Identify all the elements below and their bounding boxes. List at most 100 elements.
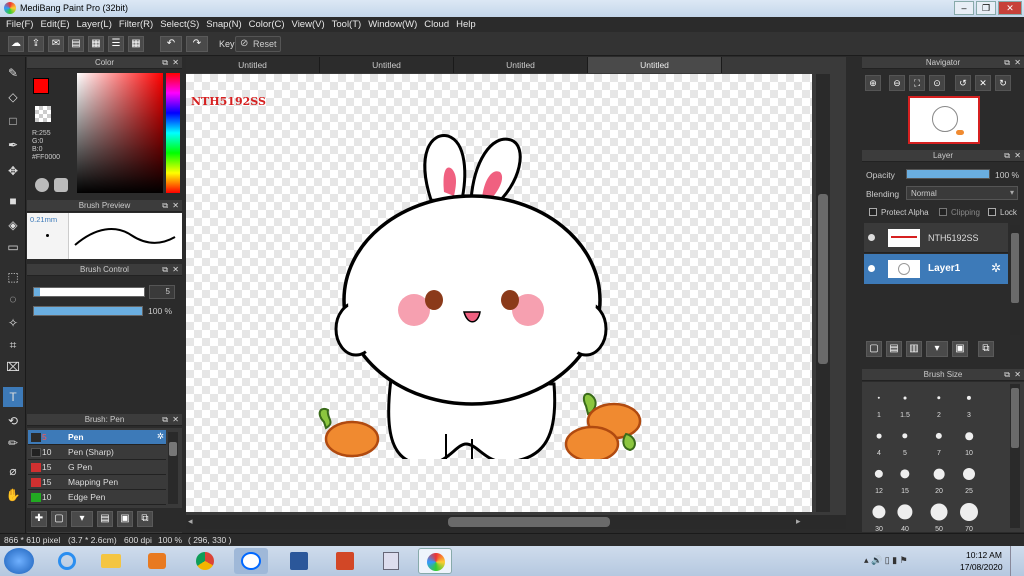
clock-time[interactable]: 10:12 AM [966, 550, 1002, 560]
rotate-right-icon[interactable]: ↻ [995, 75, 1011, 91]
add-brush-icon[interactable]: ✚ [31, 511, 47, 527]
close-icon[interactable]: ✕ [1014, 369, 1021, 381]
close-icon[interactable]: ✕ [172, 414, 179, 426]
float-icon[interactable]: ⧉ [162, 414, 168, 426]
minimize-button[interactable]: – [954, 1, 974, 15]
brush-size-preset[interactable]: 10 [956, 422, 982, 460]
chrome-icon[interactable] [188, 548, 222, 574]
media-player-icon[interactable] [140, 548, 174, 574]
brush-size-preset[interactable]: 5 [892, 422, 918, 460]
maximize-button[interactable]: ❐ [976, 1, 996, 15]
scroll-left-icon[interactable]: ◂ [188, 516, 193, 527]
menu-window[interactable]: Window(W) [366, 17, 422, 32]
navigator-thumbnail[interactable] [908, 96, 980, 144]
undo-button[interactable]: ↶ [160, 36, 182, 52]
new-layer-icon[interactable]: ▢ [866, 341, 882, 357]
float-icon[interactable]: ⧉ [1004, 150, 1010, 162]
brush-item-mapping-pen[interactable]: 15 Mapping Pen [28, 475, 166, 490]
divide-tool-icon[interactable]: ✏ [3, 433, 23, 453]
dot-tool-icon[interactable]: □ [3, 111, 23, 131]
vertical-scrollbar[interactable] [816, 74, 830, 512]
list-icon[interactable]: ☰ [108, 36, 124, 52]
brush-size-preset[interactable]: 1 [866, 384, 892, 422]
folder-icon[interactable]: ▣ [952, 341, 968, 357]
brush-size-preset[interactable]: 40 [892, 498, 918, 536]
brush-item-pen-sharp[interactable]: 10 Pen (Sharp) [28, 445, 166, 460]
horizontal-scrollbar[interactable]: ◂ ▸ [186, 515, 846, 529]
float-icon[interactable]: ⧉ [162, 57, 168, 69]
menu-snap[interactable]: Snap(N) [204, 17, 246, 32]
zoom-in-icon[interactable]: ⊕ [865, 75, 881, 91]
brush-size-value[interactable]: 5 [149, 285, 175, 299]
brush-item-pen[interactable]: 5 Pen ✲ [28, 430, 166, 445]
color-picker-square[interactable] [77, 73, 163, 193]
zalo-icon[interactable] [234, 548, 268, 574]
blending-select[interactable]: Normal ▾ [906, 186, 1018, 200]
menu-filter[interactable]: Filter(R) [117, 17, 158, 32]
brush-size-slider[interactable] [33, 287, 145, 297]
brush-size-preset[interactable]: 2 [926, 384, 952, 422]
menu-file[interactable]: File(F) [4, 17, 38, 32]
copy-icon[interactable]: ⧉ [137, 511, 153, 527]
brush-settings-icon[interactable]: ▤ [97, 511, 113, 527]
magic-wand-icon[interactable]: ✧ [3, 313, 23, 333]
document-icon[interactable]: ▦ [88, 36, 104, 52]
close-icon[interactable]: ✕ [1014, 57, 1021, 69]
folder-icon[interactable]: ▣ [117, 511, 133, 527]
pen-tool-icon[interactable]: ✒ [3, 135, 23, 155]
new-1bit-layer-icon[interactable]: ▥ [906, 341, 922, 357]
brush-size-preset[interactable]: 50 [926, 498, 952, 536]
primary-color-swatch[interactable] [33, 78, 49, 94]
file-explorer-icon[interactable] [94, 548, 128, 574]
eye-icon[interactable] [868, 234, 875, 241]
settings-gear-icon[interactable]: ✲ [157, 431, 164, 442]
redo-button[interactable]: ↷ [186, 36, 208, 52]
brush-size-preset[interactable]: 30 [866, 498, 892, 536]
clock-date[interactable]: 17/08/2020 [960, 562, 1003, 572]
close-icon[interactable]: ✕ [1014, 150, 1021, 162]
select-tool-icon[interactable]: ⬚ [3, 267, 23, 287]
brush-list-scrollbar[interactable] [168, 432, 178, 504]
word-icon[interactable] [282, 548, 316, 574]
close-icon[interactable]: ✕ [172, 264, 179, 276]
eye-icon[interactable] [868, 265, 875, 272]
reset-rotation-icon[interactable]: ✕ [975, 75, 991, 91]
brush-size-preset[interactable]: 20 [926, 460, 952, 498]
color-wheel-icon[interactable] [35, 178, 49, 192]
float-icon[interactable]: ⧉ [162, 200, 168, 212]
tab-untitled-4[interactable]: Untitled [588, 57, 722, 73]
brush-size-preset[interactable]: 4 [866, 422, 892, 460]
brush-size-scrollbar[interactable] [1010, 384, 1020, 528]
text-tool-icon[interactable]: T [3, 387, 23, 407]
float-icon[interactable]: ⧉ [162, 264, 168, 276]
float-icon[interactable]: ⧉ [1004, 369, 1010, 381]
layer-opacity-slider[interactable] [906, 169, 990, 179]
brush-menu-icon[interactable]: ▾ [71, 511, 93, 527]
layer-row[interactable]: NTH5192SS [864, 223, 1008, 253]
select-pen-icon[interactable]: ⌗ [3, 335, 23, 355]
close-button[interactable]: ✕ [998, 1, 1022, 15]
transparent-swatch[interactable] [35, 106, 51, 122]
brush-size-preset[interactable]: 25 [956, 460, 982, 498]
brush-opacity-slider[interactable] [33, 306, 143, 316]
comment-icon[interactable]: ✉ [48, 36, 64, 52]
hand-tool-icon[interactable]: ✋ [3, 485, 23, 505]
show-desktop-button[interactable] [1010, 546, 1024, 576]
calculator-icon[interactable] [374, 548, 408, 574]
palette-icon[interactable] [54, 178, 68, 192]
protect-alpha-checkbox[interactable] [869, 208, 877, 216]
close-icon[interactable]: ✕ [172, 57, 179, 69]
bucket-tool-icon[interactable]: ◈ [3, 215, 23, 235]
fit-icon[interactable]: ⛶ [909, 75, 925, 91]
brush-size-preset[interactable]: 1.5 [892, 384, 918, 422]
select-eraser-icon[interactable]: ⌧ [3, 357, 23, 377]
menu-layer[interactable]: Layer(L) [75, 17, 117, 32]
upload-icon[interactable]: ⇪ [28, 36, 44, 52]
layer-scrollbar[interactable] [1010, 225, 1020, 335]
medibang-taskbar-icon[interactable] [418, 548, 452, 574]
move-tool-icon[interactable]: ✥ [3, 161, 23, 181]
menu-help[interactable]: Help [454, 17, 481, 32]
settings-gear-icon[interactable]: ✲ [991, 261, 1001, 275]
brush-item-edge-pen[interactable]: 10 Edge Pen [28, 490, 166, 505]
reset-button[interactable]: ⊘ Reset [235, 36, 281, 52]
